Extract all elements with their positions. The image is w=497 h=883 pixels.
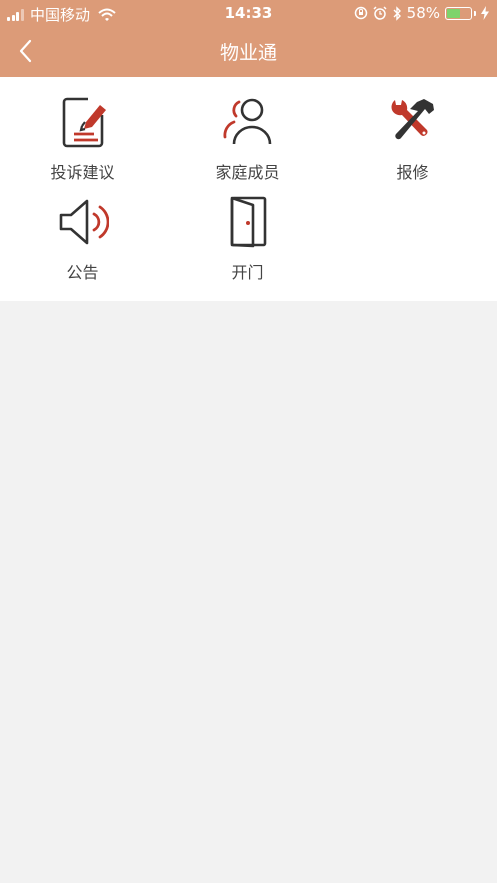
status-bar: 中国移动 14:33 58% [0,0,497,26]
menu-item-label: 开门 [231,263,264,282]
orientation-lock-icon [354,6,367,20]
menu-item-label: 报修 [396,163,429,182]
family-members-icon [223,98,272,145]
battery-icon [445,6,472,20]
page-title: 物业通 [219,42,277,64]
menu-item-open-door[interactable]: 开门 [165,177,330,282]
repair-icon [391,99,434,140]
service-grid: 投诉建议 家庭成员 报修 公告 开门 [0,77,497,301]
menu-item-label: 公告 [66,263,99,282]
announcement-icon [59,199,109,245]
complaint-icon [62,97,106,148]
charging-icon [481,6,489,20]
bluetooth-icon [393,5,401,21]
battery-tip [474,10,476,16]
battery-percent: 58% [406,4,440,22]
menu-item-repair[interactable]: 报修 [330,77,495,182]
nav-bar: 物业通 [0,26,497,77]
menu-item-family-members[interactable]: 家庭成员 [165,77,330,182]
menu-item-complaint[interactable]: 投诉建议 [0,77,165,182]
header: 中国移动 14:33 58% 物业通 [0,0,497,77]
door-icon [230,196,267,248]
menu-item-announcement[interactable]: 公告 [0,177,165,282]
alarm-icon [373,6,387,20]
